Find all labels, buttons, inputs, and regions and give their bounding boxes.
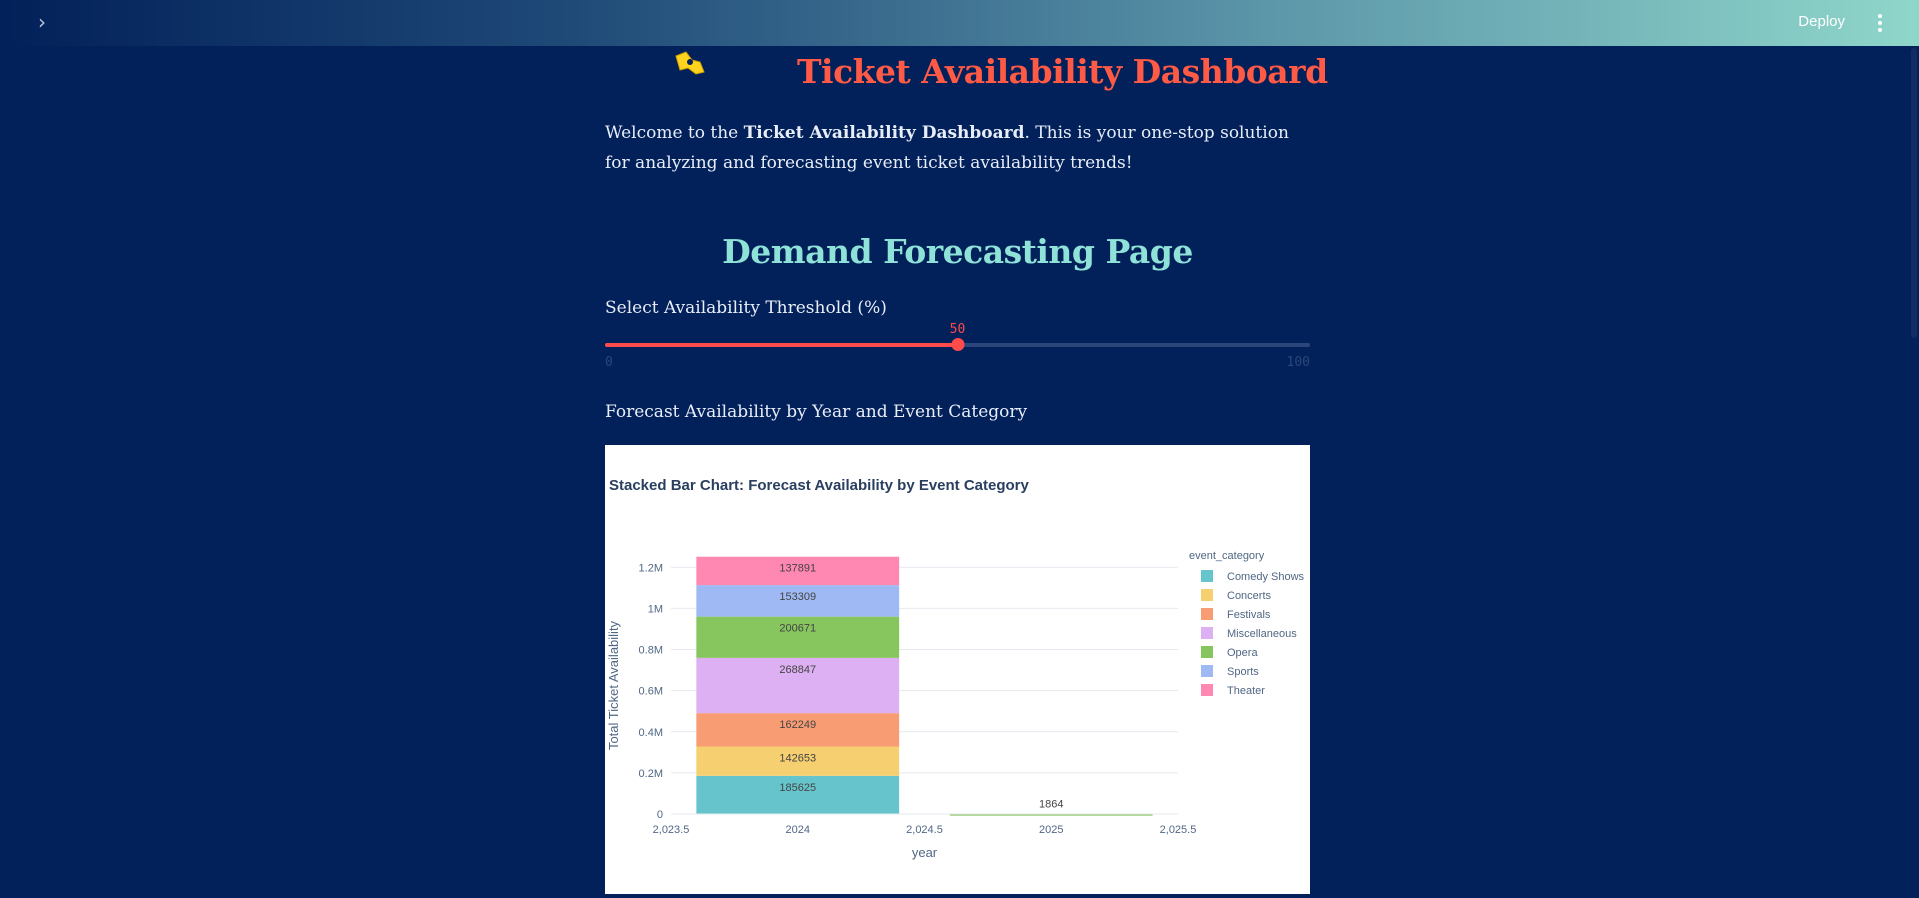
stacked-bar-chart: Stacked Bar Chart: Forecast Availability… — [606, 477, 1305, 860]
x-axis-title: year — [912, 845, 938, 860]
bar-data-label: 185625 — [779, 782, 816, 794]
x-tick-label: 2,023.5 — [653, 824, 690, 836]
section-title: Demand Forecasting Page — [722, 232, 1193, 271]
legend-item-label: Theater — [1227, 685, 1265, 697]
slider-thumb[interactable] — [951, 338, 964, 351]
deploy-button[interactable]: Deploy — [1798, 13, 1845, 30]
legend-item-label: Sports — [1227, 666, 1259, 678]
bar-data-label: 142653 — [779, 753, 816, 765]
sidebar-expand-chevron-icon[interactable]: › — [30, 11, 54, 35]
x-tick-label: 2,024.5 — [906, 824, 943, 836]
legend-swatch — [1201, 665, 1213, 677]
slider-min-label: 0 — [605, 355, 613, 370]
x-tick-label: 2025 — [1039, 824, 1063, 836]
bar-data-label: 162249 — [779, 719, 816, 731]
legend-title: event_category — [1189, 550, 1265, 562]
x-tick-label: 2,025.5 — [1160, 824, 1197, 836]
legend-item-label: Festivals — [1227, 609, 1271, 621]
bar-data-label: 137891 — [779, 563, 816, 575]
top-header-bar: › Deploy — [0, 0, 1919, 46]
legend-item-label: Concerts — [1227, 590, 1272, 602]
rocket-icon — [675, 51, 705, 75]
main-menu-kebab-icon[interactable] — [1875, 12, 1885, 34]
y-tick-label: 0.8M — [639, 645, 663, 657]
y-tick-label: 0.4M — [639, 727, 663, 739]
slider-fill — [605, 343, 958, 347]
chart-card: Stacked Bar Chart: Forecast Availability… — [605, 445, 1310, 894]
legend-swatch — [1201, 646, 1213, 658]
title-row: Ticket Availability Dashboard — [670, 48, 1328, 108]
page-title: Ticket Availability Dashboard — [797, 52, 1328, 91]
intro-bold: Ticket Availability Dashboard — [743, 123, 1025, 143]
legend-swatch — [1201, 608, 1213, 620]
chart-title: Stacked Bar Chart: Forecast Availability… — [609, 477, 1030, 494]
intro-paragraph: Welcome to the Ticket Availability Dashb… — [605, 118, 1310, 178]
y-tick-label: 0 — [657, 809, 663, 821]
slider-max-label: 100 — [1286, 355, 1310, 370]
legend-item-label: Opera — [1227, 647, 1258, 659]
y-tick-label: 1.2M — [639, 562, 663, 574]
bar-data-label: 1864 — [1039, 799, 1063, 811]
intro-prefix: Welcome to the — [605, 123, 744, 143]
y-axis-title: Total Ticket Availability — [606, 620, 621, 750]
page-scrollbar[interactable] — [1911, 48, 1917, 338]
x-tick-label: 2024 — [786, 824, 810, 836]
legend-swatch — [1201, 627, 1213, 639]
legend-swatch — [1201, 589, 1213, 601]
legend-item-label: Miscellaneous — [1227, 628, 1297, 640]
slider-value: 50 — [949, 322, 966, 337]
legend-swatch — [1201, 570, 1213, 582]
bar-data-label: 200671 — [779, 623, 816, 635]
y-tick-label: 0.6M — [639, 686, 663, 698]
legend-item-label: Comedy Shows — [1227, 571, 1305, 583]
bar-data-label: 153309 — [779, 591, 816, 603]
slider-label: Select Availability Threshold (%) — [605, 298, 887, 318]
chart-heading: Forecast Availability by Year and Event … — [605, 402, 1028, 422]
threshold-slider[interactable]: 50 0 100 — [605, 322, 1310, 370]
bar-data-label: 268847 — [779, 664, 816, 676]
y-tick-label: 0.2M — [639, 768, 663, 780]
legend-swatch — [1201, 684, 1213, 696]
y-tick-label: 1M — [648, 603, 663, 615]
